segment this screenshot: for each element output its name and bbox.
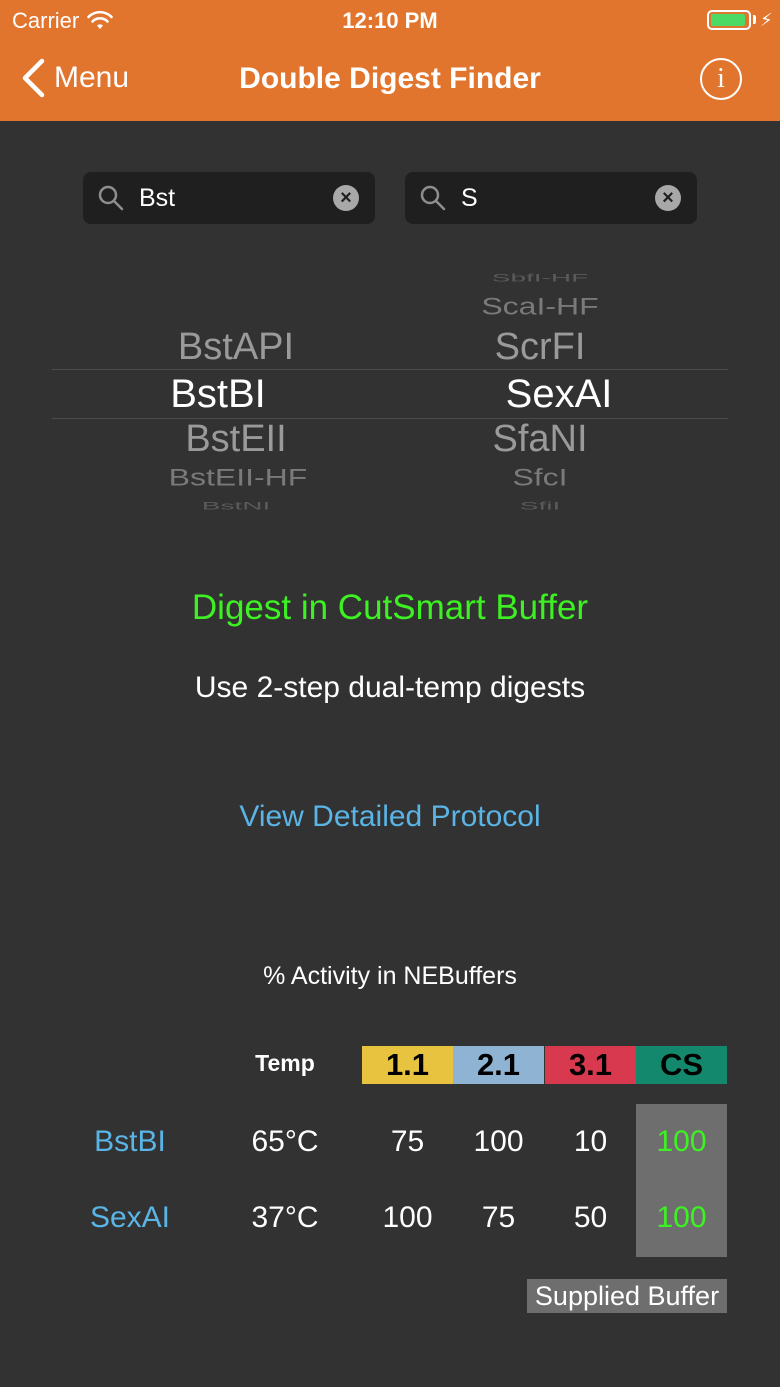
enzyme-link-2[interactable]: SexAI — [60, 1201, 200, 1235]
activity-value: 75 — [481, 1201, 516, 1234]
picker-item[interactable]: ScaI-HF — [400, 293, 680, 321]
back-button[interactable]: Menu — [20, 58, 129, 98]
picker-item[interactable]: BstNI — [96, 500, 376, 513]
picker-item[interactable]: SfcI — [400, 464, 680, 492]
picker-item-selected[interactable]: BstBI — [78, 372, 358, 417]
picker-item[interactable]: ScrFI — [400, 326, 680, 369]
search-icon — [420, 185, 446, 211]
picker-item[interactable]: BstAPI — [96, 326, 376, 369]
activity-value: 50 — [573, 1201, 608, 1234]
supplied-buffer-label: Supplied Buffer — [527, 1279, 727, 1313]
chevron-left-icon — [22, 58, 45, 98]
picker-item[interactable]: SfaNI — [400, 418, 680, 461]
back-button-label: Menu — [54, 61, 130, 94]
picker-selection-line-top — [52, 369, 728, 370]
activity-value: 10 — [573, 1125, 608, 1158]
search-field-left[interactable]: × — [83, 172, 375, 224]
picker-item[interactable]: SfiI — [400, 500, 680, 513]
digest-instruction: Use 2-step dual-temp digests — [194, 671, 586, 704]
clear-icon[interactable]: × — [655, 185, 681, 211]
picker-item[interactable]: BstEII-HF — [98, 464, 378, 492]
temp-header: Temp — [255, 1050, 315, 1076]
view-protocol-link[interactable]: View Detailed Protocol — [0, 800, 780, 834]
activity-value-supplied: 100 — [656, 1125, 707, 1158]
picker-item[interactable]: SbfI-HF — [400, 272, 680, 285]
charging-bolt-icon: ⚡ — [760, 10, 773, 30]
status-time: 12:10 PM — [342, 8, 438, 33]
buffer-result: Digest in CutSmart Buffer — [191, 588, 589, 627]
activity-value-supplied: 100 — [656, 1201, 707, 1234]
activity-value: 100 — [382, 1201, 433, 1234]
info-button[interactable]: i — [700, 58, 742, 100]
temp-value: 65°C — [251, 1125, 319, 1158]
search-input-right[interactable] — [461, 183, 641, 213]
search-icon — [98, 185, 124, 211]
enzyme-link-1[interactable]: BstBI — [60, 1125, 200, 1159]
buffer-header-cs: CS — [636, 1046, 727, 1084]
picker-item[interactable]: BstEII — [96, 418, 376, 461]
activity-value: 75 — [390, 1125, 425, 1158]
picker-item-selected[interactable]: SexAI — [419, 372, 699, 417]
buffer-header-2-1: 2.1 — [453, 1046, 544, 1084]
temp-value: 37°C — [251, 1201, 319, 1234]
activity-title: % Activity in NEBuffers — [263, 962, 517, 990]
search-input-left[interactable] — [139, 183, 319, 213]
battery-icon — [707, 10, 751, 30]
buffer-header-1-1: 1.1 — [362, 1046, 453, 1084]
buffer-header-3-1: 3.1 — [545, 1046, 636, 1084]
navigation-bar: Carrier 12:10 PM ⚡ Menu Double Digest Fi… — [0, 0, 780, 121]
battery-cap — [753, 15, 756, 24]
clear-icon[interactable]: × — [333, 185, 359, 211]
search-field-right[interactable]: × — [405, 172, 697, 224]
activity-value: 100 — [473, 1125, 524, 1158]
